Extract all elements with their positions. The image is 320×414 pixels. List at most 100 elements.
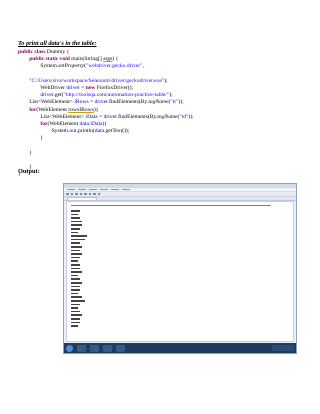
code-token: public static void bbox=[29, 56, 70, 63]
code-token: } bbox=[18, 135, 44, 142]
code-token: List<WebElement> bbox=[18, 113, 86, 120]
console-output-line bbox=[71, 264, 81, 266]
console-output-line bbox=[71, 256, 81, 259]
menu-item[interactable] bbox=[89, 188, 97, 191]
menu-item[interactable] bbox=[78, 188, 86, 191]
code-token: ) { bbox=[112, 56, 119, 63]
code-token: WebDriver bbox=[18, 84, 67, 91]
code-block: public class Dummy { public static void … bbox=[18, 49, 194, 178]
system-tray bbox=[272, 345, 294, 351]
code-token: main(String[] bbox=[69, 56, 104, 63]
code-token: "C:/Users/siva/workspace/Selenium/driver… bbox=[29, 77, 165, 84]
code-line: for(WebElement rowsIRows){ bbox=[18, 107, 194, 114]
console-tab[interactable] bbox=[67, 197, 97, 200]
code-token: "http://toolsqa.com/automation-practice-… bbox=[63, 92, 170, 99]
code-line: } bbox=[18, 150, 194, 157]
console-output-line bbox=[71, 278, 81, 280]
code-token: Dummy { bbox=[45, 49, 70, 55]
menu-item[interactable] bbox=[100, 188, 108, 191]
console-output-pane bbox=[66, 201, 294, 342]
code-token: .findElements(By. bbox=[107, 99, 149, 106]
start-button[interactable] bbox=[66, 344, 73, 352]
code-token: tagName bbox=[157, 113, 178, 120]
code-token: "webdriver.gecko.driver" bbox=[86, 63, 143, 70]
code-token: List<WebElement> bbox=[18, 99, 75, 106]
console-output-line bbox=[71, 217, 81, 219]
taskbar-app[interactable] bbox=[116, 344, 125, 352]
console-output-line bbox=[71, 238, 85, 241]
code-line: } bbox=[18, 171, 194, 178]
code-token: .findElements(By. bbox=[116, 113, 158, 120]
code-line: for(WebElement data:iData){ bbox=[18, 121, 194, 128]
taskbar-app[interactable] bbox=[77, 344, 86, 352]
console-output-line bbox=[71, 242, 81, 244]
menu-item[interactable] bbox=[111, 188, 119, 191]
code-token: .get( bbox=[53, 92, 64, 99]
console-output-line bbox=[71, 267, 81, 270]
code-line: List<WebElement> iRows = driver.findElem… bbox=[18, 99, 194, 106]
console-output-line bbox=[71, 303, 81, 306]
menu-item[interactable] bbox=[122, 188, 130, 191]
output-screenshot bbox=[63, 183, 297, 354]
code-token: ){ bbox=[93, 106, 99, 113]
code-line: "C:/Users/siva/workspace/Selenium/driver… bbox=[18, 78, 194, 85]
code-token: tagName bbox=[148, 99, 169, 106]
code-token: new bbox=[85, 84, 96, 91]
taskbar-app[interactable] bbox=[90, 344, 99, 352]
toolbar-icon[interactable] bbox=[75, 192, 78, 196]
code-token: driver bbox=[103, 113, 117, 120]
console-output-line bbox=[71, 274, 78, 277]
code-token: data bbox=[94, 128, 105, 135]
code-token: "td" bbox=[179, 113, 189, 120]
toolbar-icon[interactable] bbox=[66, 192, 69, 196]
code-token: (WebElement bbox=[36, 106, 69, 113]
console-output-line bbox=[71, 285, 81, 288]
console-output-line bbox=[71, 235, 87, 237]
output-label: Output: bbox=[18, 168, 40, 175]
menu-item[interactable] bbox=[67, 188, 75, 191]
code-token: FirefoxDriver(); bbox=[95, 84, 134, 91]
console-output-line bbox=[71, 321, 81, 324]
console-output-line bbox=[71, 307, 78, 309]
toolbar-icon[interactable] bbox=[70, 192, 73, 196]
section-heading: To print all data's in the table: bbox=[18, 40, 97, 47]
toolbar-icon[interactable] bbox=[97, 192, 100, 196]
code-line: } bbox=[18, 135, 194, 142]
code-token: )); bbox=[178, 99, 184, 106]
toolbar-icon[interactable] bbox=[93, 192, 96, 196]
console-output-line bbox=[71, 210, 81, 212]
console-output-line bbox=[71, 246, 83, 248]
code-token: System. bbox=[18, 63, 59, 70]
console-output-line bbox=[71, 231, 78, 234]
code-token: } bbox=[18, 149, 32, 156]
console-output-line bbox=[71, 220, 83, 223]
code-line: List<WebElement> iData = driver.findElem… bbox=[18, 113, 193, 121]
code-token: out bbox=[69, 128, 77, 135]
toolbar-icon[interactable] bbox=[84, 192, 87, 196]
os-taskbar bbox=[64, 343, 296, 353]
code-line: System.out.println(data.getText()); bbox=[18, 128, 194, 135]
console-output-line bbox=[71, 296, 83, 298]
console-output-line bbox=[71, 213, 78, 216]
console-output-line bbox=[71, 300, 85, 302]
toolbar-icon[interactable] bbox=[79, 192, 82, 196]
console-output-line bbox=[71, 314, 83, 316]
code-token: ); bbox=[164, 77, 168, 84]
console-output-line bbox=[71, 318, 81, 320]
code-token: System. bbox=[18, 128, 70, 135]
taskbar-app[interactable] bbox=[103, 344, 112, 352]
code-token: rowsIRows bbox=[68, 106, 94, 113]
console-output-line bbox=[71, 289, 81, 291]
code-token: , bbox=[142, 63, 144, 70]
code-token: setProperty bbox=[58, 63, 85, 70]
console-output-line bbox=[71, 260, 78, 262]
toolbar-icon[interactable] bbox=[88, 192, 91, 196]
console-output-line bbox=[71, 310, 81, 313]
